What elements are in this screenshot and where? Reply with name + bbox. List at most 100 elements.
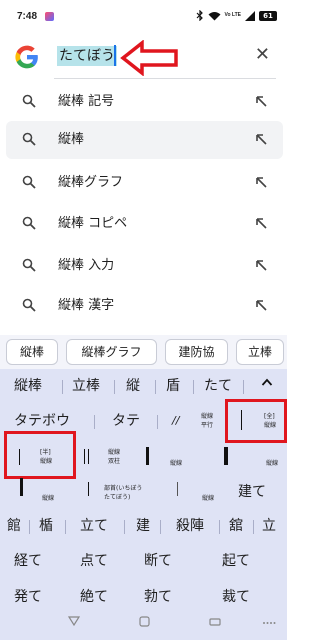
chip[interactable]: 建防協 (165, 339, 228, 365)
search-icon (22, 175, 36, 189)
candidate-note: 縦線 (201, 413, 214, 420)
ime-candidate-panel: 縦棒 立棒 縦 盾 たて タテボウ タテ // 縦線 平行 [全] 縦線 [半] (0, 369, 287, 640)
candidate[interactable]: 勃て (144, 587, 172, 607)
suggestion-text: 縦棒グラフ (58, 175, 124, 190)
status-bar: 7:48 Vo LTE 61 (0, 0, 287, 34)
candidate-separator (219, 520, 220, 534)
candidate-separator (160, 520, 161, 534)
status-time: 7:48 (17, 11, 38, 22)
red-arrow-annotation-icon (120, 40, 178, 76)
suggestion-item[interactable]: 縦棒 入力 (6, 247, 283, 285)
text-cursor (114, 45, 116, 66)
candidate[interactable]: 盾 (166, 376, 180, 396)
insert-query-arrow-icon[interactable] (255, 299, 267, 311)
suggestion-text: 縦棒 記号 (58, 94, 115, 109)
candidate-note: 双柱 (108, 458, 121, 465)
candidate[interactable]: 建 (136, 516, 150, 536)
insert-query-arrow-icon[interactable] (255, 95, 267, 107)
search-bar: たてぼう ✕ (0, 36, 287, 78)
screen: 7:48 Vo LTE 61 たてぼう ✕ 縦棒 記号 縦棒 縦棒グラフ 縦棒 … (0, 0, 287, 640)
candidate[interactable]: 館 (7, 516, 21, 536)
insert-query-arrow-icon[interactable] (255, 133, 267, 145)
candidate-note: 縦線 (170, 460, 183, 467)
search-icon (22, 298, 36, 312)
vertical-bar-glyph (84, 449, 86, 464)
search-icon (22, 132, 36, 146)
candidate-note: 平行 (201, 422, 214, 429)
wifi-icon (208, 11, 221, 20)
highlight-annotation (4, 431, 76, 479)
candidate[interactable]: 立 (262, 516, 276, 536)
suggestion-item[interactable]: 縦棒 記号 (6, 83, 283, 121)
candidate-separator (62, 380, 63, 394)
insert-query-arrow-icon[interactable] (255, 259, 267, 271)
suggestion-item[interactable]: 縦棒 漢字 (6, 287, 283, 325)
chip[interactable]: 縦棒 (6, 339, 58, 365)
candidate[interactable]: たて (204, 376, 232, 396)
vertical-bar-glyph (88, 482, 90, 496)
insert-query-arrow-icon[interactable] (255, 176, 267, 188)
candidate[interactable]: 発て (14, 587, 42, 607)
search-icon (22, 258, 36, 272)
home-icon[interactable] (139, 616, 150, 627)
insert-query-arrow-icon[interactable] (255, 217, 267, 229)
suggestion-item[interactable]: 縦棒グラフ (6, 164, 283, 202)
candidate[interactable]: // (172, 411, 179, 431)
candidate-separator (114, 380, 115, 394)
candidate[interactable]: 立て (80, 516, 108, 536)
candidate[interactable]: 縦棒 (14, 376, 42, 396)
recents-icon[interactable] (209, 616, 221, 627)
candidate[interactable]: 起て (222, 551, 250, 571)
battery-icon: 61 (259, 10, 277, 21)
candidate[interactable]: タテボウ (14, 411, 70, 431)
candidate-note: 縦線 (266, 460, 279, 467)
candidate-separator (29, 520, 30, 534)
candidate-separator (94, 415, 95, 429)
candidate-note: たてぼう) (104, 494, 131, 501)
candidate[interactable]: 立棒 (72, 376, 100, 396)
status-icons: Vo LTE 61 (196, 10, 277, 21)
candidate-separator (65, 520, 66, 534)
signal-icon (245, 10, 255, 21)
candidate[interactable]: 建て (238, 482, 266, 502)
chip[interactable]: 立棒 (236, 339, 284, 365)
candidate[interactable]: 裁て (222, 587, 250, 607)
suggestion-text: 縦棒 コピペ (58, 216, 128, 231)
candidate[interactable]: 絶て (80, 587, 108, 607)
bluetooth-icon (196, 10, 203, 21)
chevron-up-icon[interactable] (261, 377, 273, 387)
chip[interactable]: 縦棒グラフ (66, 339, 157, 365)
candidate[interactable]: 楯 (39, 516, 53, 536)
candidate[interactable]: 縦 (126, 376, 140, 396)
google-logo-icon[interactable] (14, 44, 40, 70)
candidate[interactable]: 断て (144, 551, 172, 571)
volte-indicator: Vo LTE (224, 12, 241, 18)
candidate-separator (243, 380, 244, 394)
keyboard-switch-icon[interactable] (262, 620, 276, 626)
search-input[interactable]: たてぼう (57, 46, 117, 66)
search-divider (54, 78, 276, 79)
back-icon[interactable] (68, 616, 80, 626)
candidate-separator (124, 520, 125, 534)
candidate[interactable]: 舘 (229, 516, 243, 536)
suggestion-item[interactable]: 縦棒 コピペ (6, 205, 283, 243)
vertical-bar-glyph (88, 449, 90, 464)
candidate-separator (157, 415, 158, 429)
highlight-annotation (225, 399, 287, 443)
candidate-note: 縦線 (108, 449, 121, 456)
candidate[interactable]: 経て (14, 551, 42, 571)
candidate[interactable]: 殺陣 (176, 516, 204, 536)
candidate[interactable]: タテ (112, 411, 140, 431)
search-icon (22, 216, 36, 230)
candidate[interactable]: 点て (80, 551, 108, 571)
suggestion-item[interactable]: 縦棒 (6, 121, 283, 159)
vertical-bar-glyph (177, 482, 178, 496)
candidate-note: 縦線 (42, 495, 55, 502)
vertical-bar-glyph (20, 478, 23, 496)
candidate-separator (155, 380, 156, 394)
app-notification-icon (45, 12, 54, 21)
suggestion-text: 縦棒 (58, 132, 85, 147)
candidate-note: 縦線 (202, 495, 215, 502)
vertical-bar-glyph (224, 447, 228, 465)
clear-icon[interactable]: ✕ (255, 45, 270, 65)
